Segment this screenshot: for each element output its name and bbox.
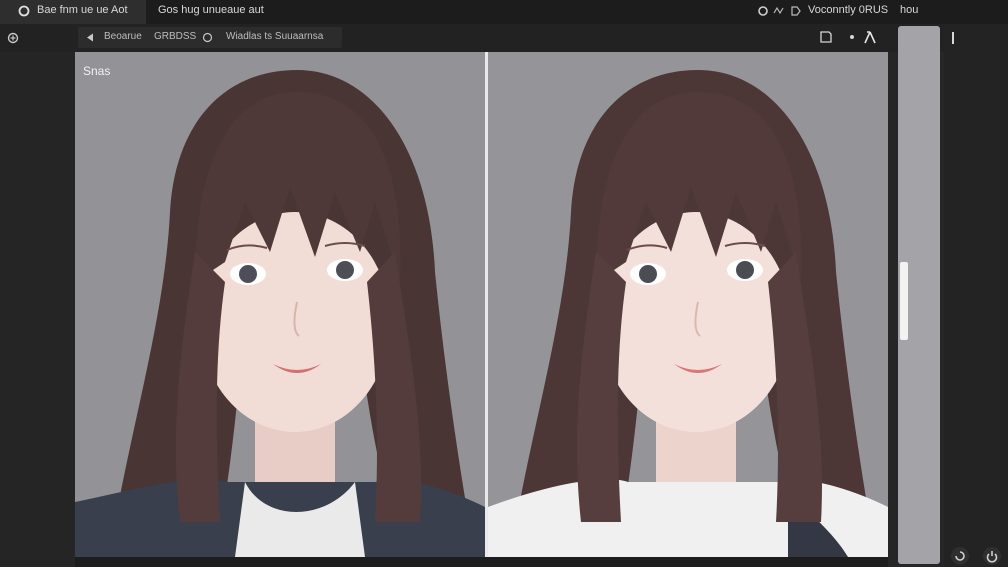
right-panel — [944, 24, 1008, 567]
image-pane-right[interactable] — [488, 52, 888, 557]
title-bar: Bae fnm ue ue Aot Gos hug unueaue aut Vo… — [0, 0, 1008, 24]
image-pane-left[interactable]: Snas — [75, 52, 485, 557]
panel-handle[interactable] — [952, 32, 954, 44]
breadcrumb-path[interactable]: Wiadlas ts Suuaarnsa — [226, 31, 323, 42]
tab-label-2[interactable]: Gos hug unueaue aut — [158, 4, 264, 16]
dot-icon[interactable] — [844, 29, 860, 45]
back-arrow-icon[interactable] — [86, 33, 94, 42]
wave-icon[interactable] — [772, 4, 786, 18]
breadcrumb-section[interactable]: GRBDSS — [154, 31, 196, 42]
lambda-icon[interactable] — [862, 29, 878, 45]
info-icon[interactable] — [202, 32, 213, 43]
status-strip — [75, 557, 888, 567]
menu-label[interactable]: hou — [900, 4, 918, 16]
breadcrumb: Beoarue GRBDSS Wiadlas ts Suuaarnsa — [78, 27, 342, 48]
refresh-icon[interactable] — [950, 546, 970, 566]
power-icon[interactable] — [982, 546, 1002, 566]
app-logo-icon — [18, 5, 30, 17]
compare-view: Snas — [75, 52, 888, 557]
pane-label: Snas — [83, 64, 111, 78]
portrait-image-right — [488, 52, 888, 557]
status-text: Voconntly 0RUS — [808, 4, 889, 16]
settings-icon[interactable] — [756, 4, 770, 18]
tag-icon[interactable] — [789, 4, 803, 18]
portrait-image-left — [75, 52, 485, 557]
pin-icon[interactable] — [6, 31, 20, 45]
tab-label[interactable]: Bae fnm ue ue Aot — [37, 4, 128, 16]
breadcrumb-back[interactable]: Beoarue — [104, 31, 142, 42]
scroll-thumb[interactable] — [900, 262, 908, 340]
left-panel — [0, 52, 74, 567]
square-icon[interactable] — [818, 29, 834, 45]
